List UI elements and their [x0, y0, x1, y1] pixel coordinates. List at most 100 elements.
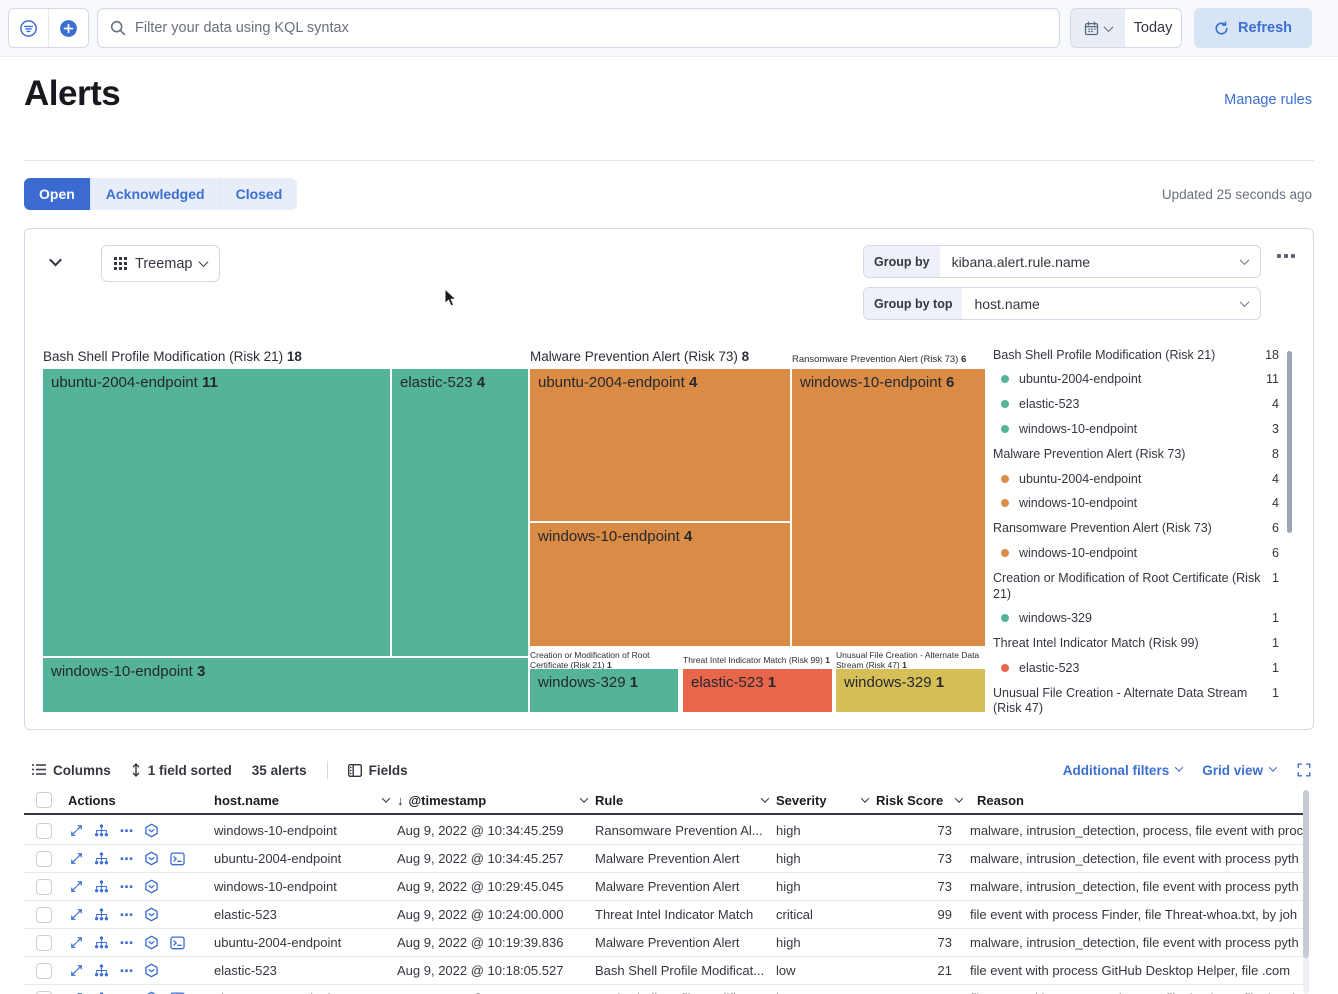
- group-by-value[interactable]: kibana.alert.rule.name: [940, 246, 1260, 277]
- chevron-down-icon: [761, 794, 769, 802]
- legend-group-row[interactable]: Threat Intel Indicator Match (Risk 99)1: [993, 632, 1279, 657]
- expand-alert-icon[interactable]: [70, 880, 83, 893]
- legend-item-row[interactable]: windows-10-endpoint3: [993, 417, 1279, 442]
- tab-open[interactable]: Open: [24, 178, 90, 210]
- treemap-cell[interactable]: elastic-523 4: [392, 369, 528, 656]
- expand-alert-icon[interactable]: [70, 908, 83, 921]
- legend-scrollbar[interactable]: [1287, 351, 1292, 533]
- legend-group-row[interactable]: Bash Shell Profile Modification (Risk 21…: [993, 343, 1279, 368]
- analyze-event-icon[interactable]: [94, 879, 109, 894]
- open-session-view-icon[interactable]: [170, 852, 185, 866]
- row-checkbox[interactable]: [36, 879, 52, 895]
- analyze-event-icon[interactable]: [94, 851, 109, 866]
- grid-view-button[interactable]: Grid view: [1202, 763, 1276, 778]
- more-actions-icon[interactable]: [120, 852, 133, 865]
- chevron-down-icon: [1240, 297, 1250, 307]
- legend-label: Unusual File Creation - Alternate Data S…: [993, 686, 1272, 717]
- column-header-rule[interactable]: Rule: [591, 793, 772, 808]
- columns-button[interactable]: Columns: [32, 763, 111, 778]
- treemap-cell[interactable]: windows-10-endpoint 6: [792, 369, 985, 646]
- expand-alert-icon[interactable]: [70, 964, 83, 977]
- treemap-cell[interactable]: windows-10-endpoint 4: [530, 523, 790, 646]
- investigate-in-timeline-icon[interactable]: [144, 963, 159, 978]
- legend-item-row[interactable]: ubuntu-2004-endpoint4: [993, 467, 1279, 492]
- analyze-event-icon[interactable]: [94, 963, 109, 978]
- legend-item-row[interactable]: elastic-5231: [993, 656, 1279, 681]
- legend-group-row[interactable]: Unusual File Creation - Alternate Data S…: [993, 681, 1279, 719]
- today-button[interactable]: Today: [1125, 9, 1181, 47]
- investigate-in-timeline-icon[interactable]: [144, 879, 159, 894]
- refresh-button[interactable]: Refresh: [1194, 8, 1312, 48]
- legend-group-row[interactable]: Malware Prevention Alert (Risk 73)8: [993, 442, 1279, 467]
- chart-type-select[interactable]: Treemap: [101, 245, 220, 282]
- analyze-event-icon[interactable]: [94, 935, 109, 950]
- fullscreen-button[interactable]: [1296, 762, 1312, 778]
- select-all-checkbox[interactable]: [36, 792, 52, 808]
- reason-cell: file event with process Finder, file Thr…: [966, 907, 1306, 922]
- host-name-cell: elastic-523: [210, 907, 393, 922]
- row-checkbox[interactable]: [36, 907, 52, 923]
- column-header-host-name[interactable]: host.name: [210, 793, 393, 808]
- treemap-cell[interactable]: windows-329 1: [836, 669, 985, 712]
- row-actions: [58, 823, 210, 838]
- search-icon: [110, 20, 126, 36]
- sort-arrow-down-icon: ↓: [397, 793, 404, 808]
- legend-group-row[interactable]: Ransomware Prevention Alert (Risk 73)6: [993, 517, 1279, 542]
- more-actions-icon[interactable]: [120, 824, 133, 837]
- investigate-in-timeline-icon[interactable]: [144, 907, 159, 922]
- fields-button[interactable]: Fields: [348, 763, 408, 778]
- alerts-table-body: windows-10-endpointAug 9, 2022 @ 10:34:4…: [24, 817, 1306, 994]
- sorted-fields-button[interactable]: 1 field sorted: [131, 763, 232, 778]
- column-header-timestamp[interactable]: ↓@timestamp: [393, 793, 591, 808]
- row-actions: [58, 963, 210, 978]
- investigate-in-timeline-icon[interactable]: [144, 935, 159, 950]
- legend-item-row[interactable]: ubuntu-2004-endpoint11: [993, 368, 1279, 393]
- legend-count: 4: [1272, 397, 1279, 413]
- legend-item-row[interactable]: windows-3291: [993, 607, 1279, 632]
- legend-item-row[interactable]: elastic-5234: [993, 393, 1279, 418]
- collapse-panel-button[interactable]: [51, 253, 60, 271]
- row-checkbox[interactable]: [36, 963, 52, 979]
- expand-alert-icon[interactable]: [70, 936, 83, 949]
- manage-rules-link[interactable]: Manage rules: [1224, 92, 1312, 108]
- open-session-view-icon[interactable]: [170, 936, 185, 950]
- treemap-cell[interactable]: windows-10-endpoint 3: [43, 658, 528, 712]
- row-checkbox[interactable]: [36, 935, 52, 951]
- legend-count: 1: [1272, 571, 1279, 587]
- add-filter-button[interactable]: [49, 9, 88, 47]
- treemap-cell[interactable]: ubuntu-2004-endpoint 4: [530, 369, 790, 521]
- expand-alert-icon[interactable]: [70, 824, 83, 837]
- more-actions-icon[interactable]: [120, 964, 133, 977]
- row-checkbox[interactable]: [36, 851, 52, 867]
- more-actions-icon[interactable]: [120, 880, 133, 893]
- expand-alert-icon[interactable]: [70, 852, 83, 865]
- date-picker-calendar-button[interactable]: [1071, 9, 1125, 47]
- treemap-group-header: Ransomware Prevention Alert (Risk 73) 6: [792, 354, 966, 365]
- legend-swatch: [1001, 549, 1009, 557]
- legend-label: Ransomware Prevention Alert (Risk 73): [993, 521, 1272, 537]
- legend-group-row[interactable]: Creation or Modification of Root Certifi…: [993, 566, 1279, 606]
- group-by-top-value[interactable]: host.name: [962, 288, 1260, 319]
- panel-options-button[interactable]: [1277, 254, 1295, 258]
- legend-item-row[interactable]: windows-10-endpoint4: [993, 492, 1279, 517]
- table-scrollbar[interactable]: [1303, 790, 1309, 958]
- severity-cell: high: [772, 823, 872, 838]
- more-actions-icon[interactable]: [120, 936, 133, 949]
- saved-queries-button[interactable]: [9, 9, 48, 47]
- row-checkbox[interactable]: [36, 823, 52, 839]
- column-header-risk-score[interactable]: Risk Score: [872, 793, 966, 808]
- more-actions-icon[interactable]: [120, 908, 133, 921]
- tab-closed[interactable]: Closed: [220, 178, 298, 210]
- tab-acknowledged[interactable]: Acknowledged: [90, 178, 220, 210]
- column-header-severity[interactable]: Severity: [772, 793, 872, 808]
- analyze-event-icon[interactable]: [94, 907, 109, 922]
- legend-item-row[interactable]: windows-10-endpoint6: [993, 542, 1279, 567]
- treemap-cell[interactable]: windows-329 1: [530, 669, 678, 712]
- kql-search-input[interactable]: Filter your data using KQL syntax: [97, 8, 1060, 48]
- additional-filters-button[interactable]: Additional filters: [1063, 763, 1183, 778]
- investigate-in-timeline-icon[interactable]: [144, 851, 159, 866]
- treemap-cell[interactable]: ubuntu-2004-endpoint 11: [43, 369, 390, 656]
- treemap-cell[interactable]: elastic-523 1: [683, 669, 832, 712]
- investigate-in-timeline-icon[interactable]: [144, 823, 159, 838]
- analyze-event-icon[interactable]: [94, 823, 109, 838]
